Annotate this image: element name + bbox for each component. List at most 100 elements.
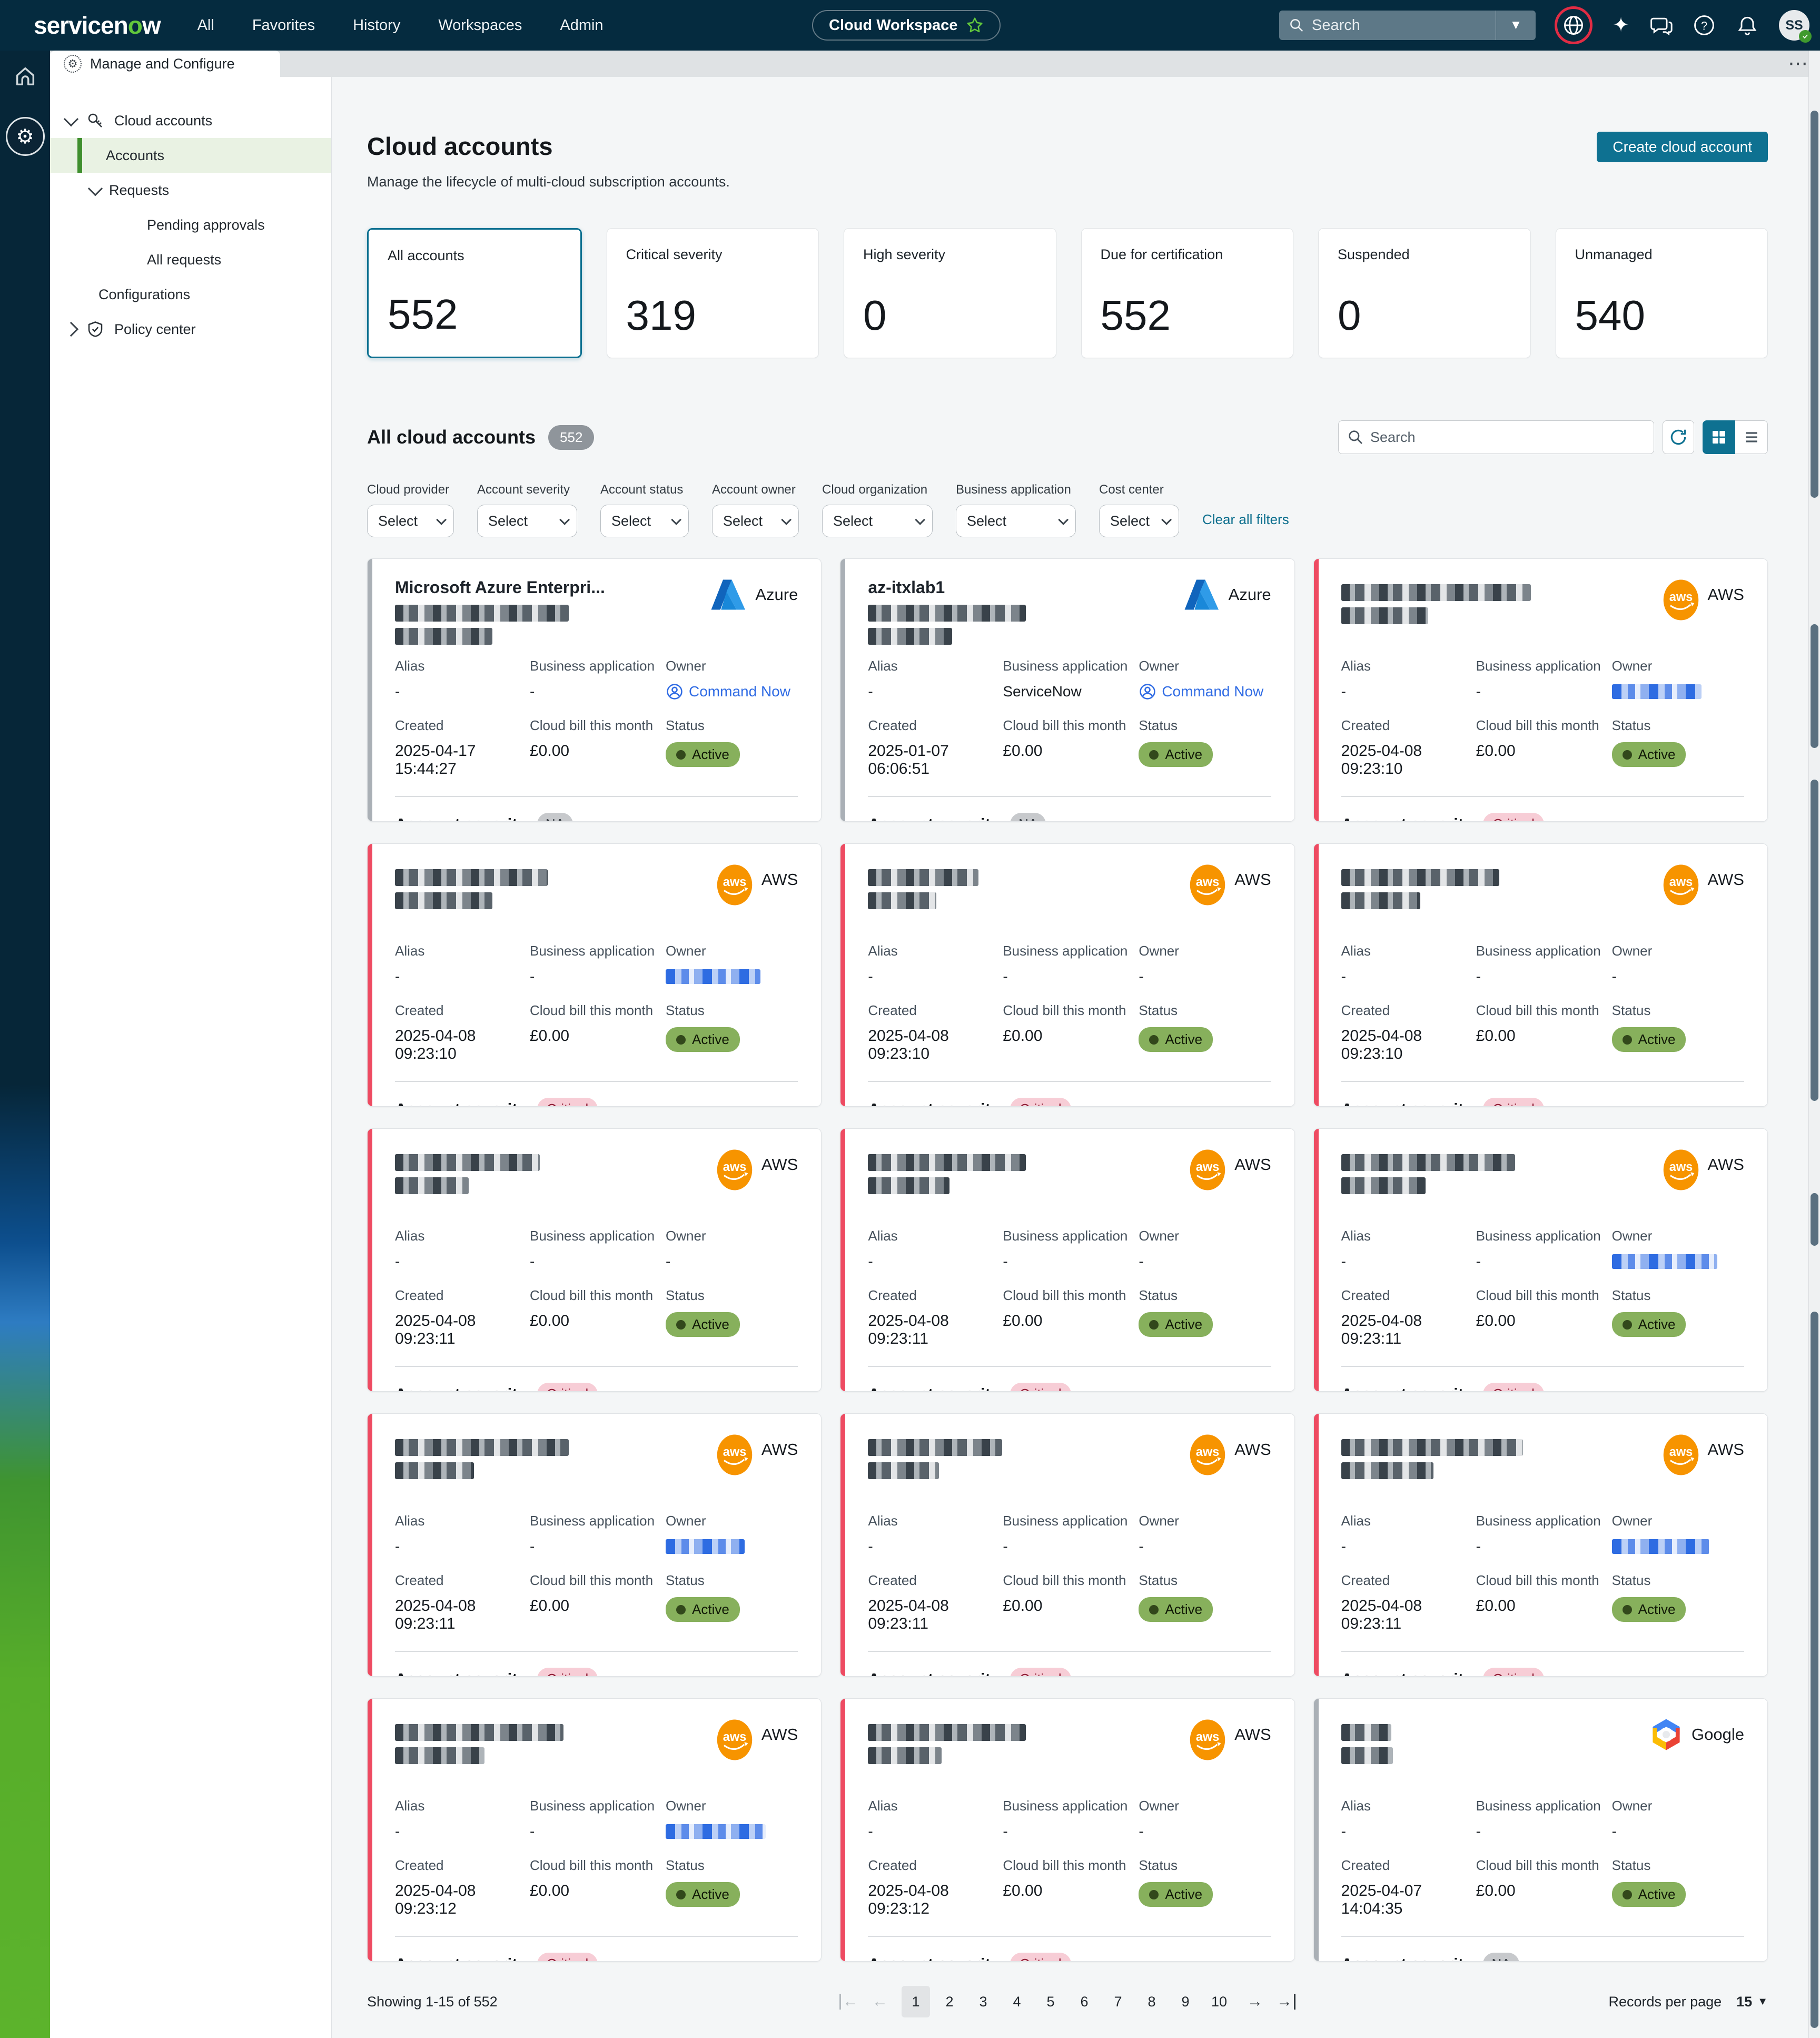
sidebar-item-pending-approvals[interactable]: Pending approvals [50,208,331,242]
created-value: 2025-04-08 09:23:10 [868,1027,1003,1063]
owner-label: Owner [1612,1798,1744,1814]
bill-label: Cloud bill this month [1476,717,1612,734]
stat-card-critical-severity[interactable]: Critical severity 319 [607,228,819,358]
account-card[interactable]: awsAWS Alias- Business application- Owne… [1313,843,1768,1107]
page-5[interactable]: 5 [1036,1986,1065,2017]
account-card[interactable]: awsAWS Alias- Business application- Owne… [367,1698,822,1962]
chat-icon[interactable] [1649,14,1673,37]
filter-select-account-severity[interactable]: Select [477,505,577,537]
account-card[interactable]: awsAWS Alias- Business application- Owne… [367,1128,822,1392]
page-6[interactable]: 6 [1070,1986,1099,2017]
create-cloud-account-button[interactable]: Create cloud account [1597,132,1768,162]
sidebar-item-requests[interactable]: Requests [50,173,331,208]
scrollbar-thumb[interactable] [1811,1312,1818,2028]
filter-select-account-status[interactable]: Select [600,505,689,537]
scrollbar-thumb[interactable] [1811,780,1818,1101]
sidebar-item-cloud-accounts[interactable]: Cloud accounts [50,103,331,138]
card-divider [1341,796,1744,797]
owner-link[interactable]: Command Now [1139,683,1263,701]
prev-page-icon[interactable]: ← [872,1994,888,2010]
filter-select-cost-center[interactable]: Select [1099,505,1179,537]
stat-card-due-for-certification[interactable]: Due for certification 552 [1081,228,1294,358]
filter-business-application: Business application Select [956,483,1076,537]
severity-badge: Critical [1483,1383,1544,1392]
account-card[interactable]: awsAWS Alias- Business application- Owne… [367,1413,822,1677]
scrollbar-thumb[interactable] [1811,624,1818,748]
tab-manage-and-configure[interactable]: ⚙ Manage and Configure [50,51,280,77]
sidebar-item-policy-center[interactable]: Policy center [50,312,331,347]
sidebar-item-configurations[interactable]: Configurations [50,277,331,312]
sidebar-item-accounts[interactable]: Accounts [50,138,331,173]
account-card[interactable]: Google Alias- Business application- Owne… [1313,1698,1768,1962]
stat-card-suspended[interactable]: Suspended 0 [1318,228,1531,358]
accounts-search-input[interactable] [1370,429,1654,446]
filter-select-cloud-provider[interactable]: Select [367,505,454,537]
filter-select-business-application[interactable]: Select [956,505,1076,537]
account-card[interactable]: awsAWS Alias- Business application- Owne… [840,1413,1294,1677]
account-severity-label: Account severity [1341,1955,1473,1962]
filter-select-cloud-organization[interactable]: Select [822,505,933,537]
account-card[interactable]: awsAWS Alias- Business application- Owne… [1313,558,1768,822]
tab-overflow-icon[interactable]: ⋯ [1788,52,1809,75]
refresh-button[interactable] [1663,420,1694,454]
scrollbar-track[interactable] [1808,51,1820,2038]
account-name[interactable]: az-itxlab1 [868,578,1026,597]
account-subtitle-redacted [395,1462,474,1479]
last-page-icon[interactable]: → [1277,1994,1295,2010]
records-per-page-select[interactable]: 15 ▼ [1736,1994,1768,2010]
alias-label: Alias [395,1513,530,1529]
global-search-input[interactable] [1312,17,1496,34]
account-card[interactable]: az-itxlab1 Azure Alias- Business applica… [840,558,1294,822]
workspace-icon[interactable]: ⚙ [6,117,45,156]
account-card[interactable]: awsAWS Alias- Business application- Owne… [367,843,822,1107]
page-1[interactable]: 1 [902,1986,930,2017]
severity-badge: Critical [1010,1953,1071,1962]
page-9[interactable]: 9 [1171,1986,1200,2017]
servicenow-logo[interactable]: servicenow [34,11,161,40]
search-scope-dropdown[interactable]: ▼ [1496,11,1536,40]
page-3[interactable]: 3 [969,1986,997,2017]
account-card[interactable]: awsAWS Alias- Business application- Owne… [1313,1413,1768,1677]
stat-card-all-accounts[interactable]: All accounts 552 [367,228,582,358]
first-page-icon[interactable]: ← [839,1994,858,2010]
topnav-item-admin[interactable]: Admin [560,17,603,34]
topnav-item-favorites[interactable]: Favorites [252,17,315,34]
home-icon[interactable] [13,64,37,88]
status-label: Status [666,1002,798,1019]
account-name[interactable]: Microsoft Azure Enterpri... [395,578,605,597]
stat-card-unmanaged[interactable]: Unmanaged 540 [1556,228,1768,358]
svg-text:aws: aws [723,875,747,889]
page-10[interactable]: 10 [1205,1986,1233,2017]
avatar[interactable]: SS [1779,10,1809,41]
workspace-pill[interactable]: Cloud Workspace [812,10,1001,41]
account-card[interactable]: awsAWS Alias- Business application- Owne… [840,843,1294,1107]
page-8[interactable]: 8 [1138,1986,1166,2017]
next-page-icon[interactable]: → [1247,1994,1263,2010]
topnav-item-all[interactable]: All [197,17,214,34]
ai-sparkle-icon[interactable]: ✦ [1613,15,1629,35]
page-7[interactable]: 7 [1104,1986,1132,2017]
account-card[interactable]: Microsoft Azure Enterpri... Azure Alias-… [367,558,822,822]
topnav-item-workspaces[interactable]: Workspaces [438,17,522,34]
globe-icon[interactable] [1555,6,1592,44]
scrollbar-thumb[interactable] [1811,1193,1818,1246]
page-4[interactable]: 4 [1003,1986,1031,2017]
account-card[interactable]: awsAWS Alias- Business application- Owne… [840,1128,1294,1392]
account-card[interactable]: awsAWS Alias- Business application- Owne… [1313,1128,1768,1392]
status-badge: Active [1612,1027,1686,1052]
account-card[interactable]: awsAWS Alias- Business application- Owne… [840,1698,1294,1962]
bell-icon[interactable] [1736,14,1759,37]
list-view-button[interactable] [1735,420,1768,454]
owner-link[interactable]: Command Now [666,683,790,701]
scrollbar-thumb[interactable] [1811,111,1818,498]
filter-select-account-owner[interactable]: Select [712,505,799,537]
help-icon[interactable]: ? [1693,14,1716,37]
card-view-button[interactable] [1703,420,1735,454]
stat-card-high-severity[interactable]: High severity 0 [844,228,1056,358]
sidebar-item-all-requests[interactable]: All requests [50,242,331,277]
page-2[interactable]: 2 [935,1986,964,2017]
star-icon[interactable] [966,16,984,34]
topnav-item-history[interactable]: History [353,17,400,34]
business-application-label: Business application [1003,943,1139,959]
clear-all-filters-link[interactable]: Clear all filters [1202,511,1289,528]
